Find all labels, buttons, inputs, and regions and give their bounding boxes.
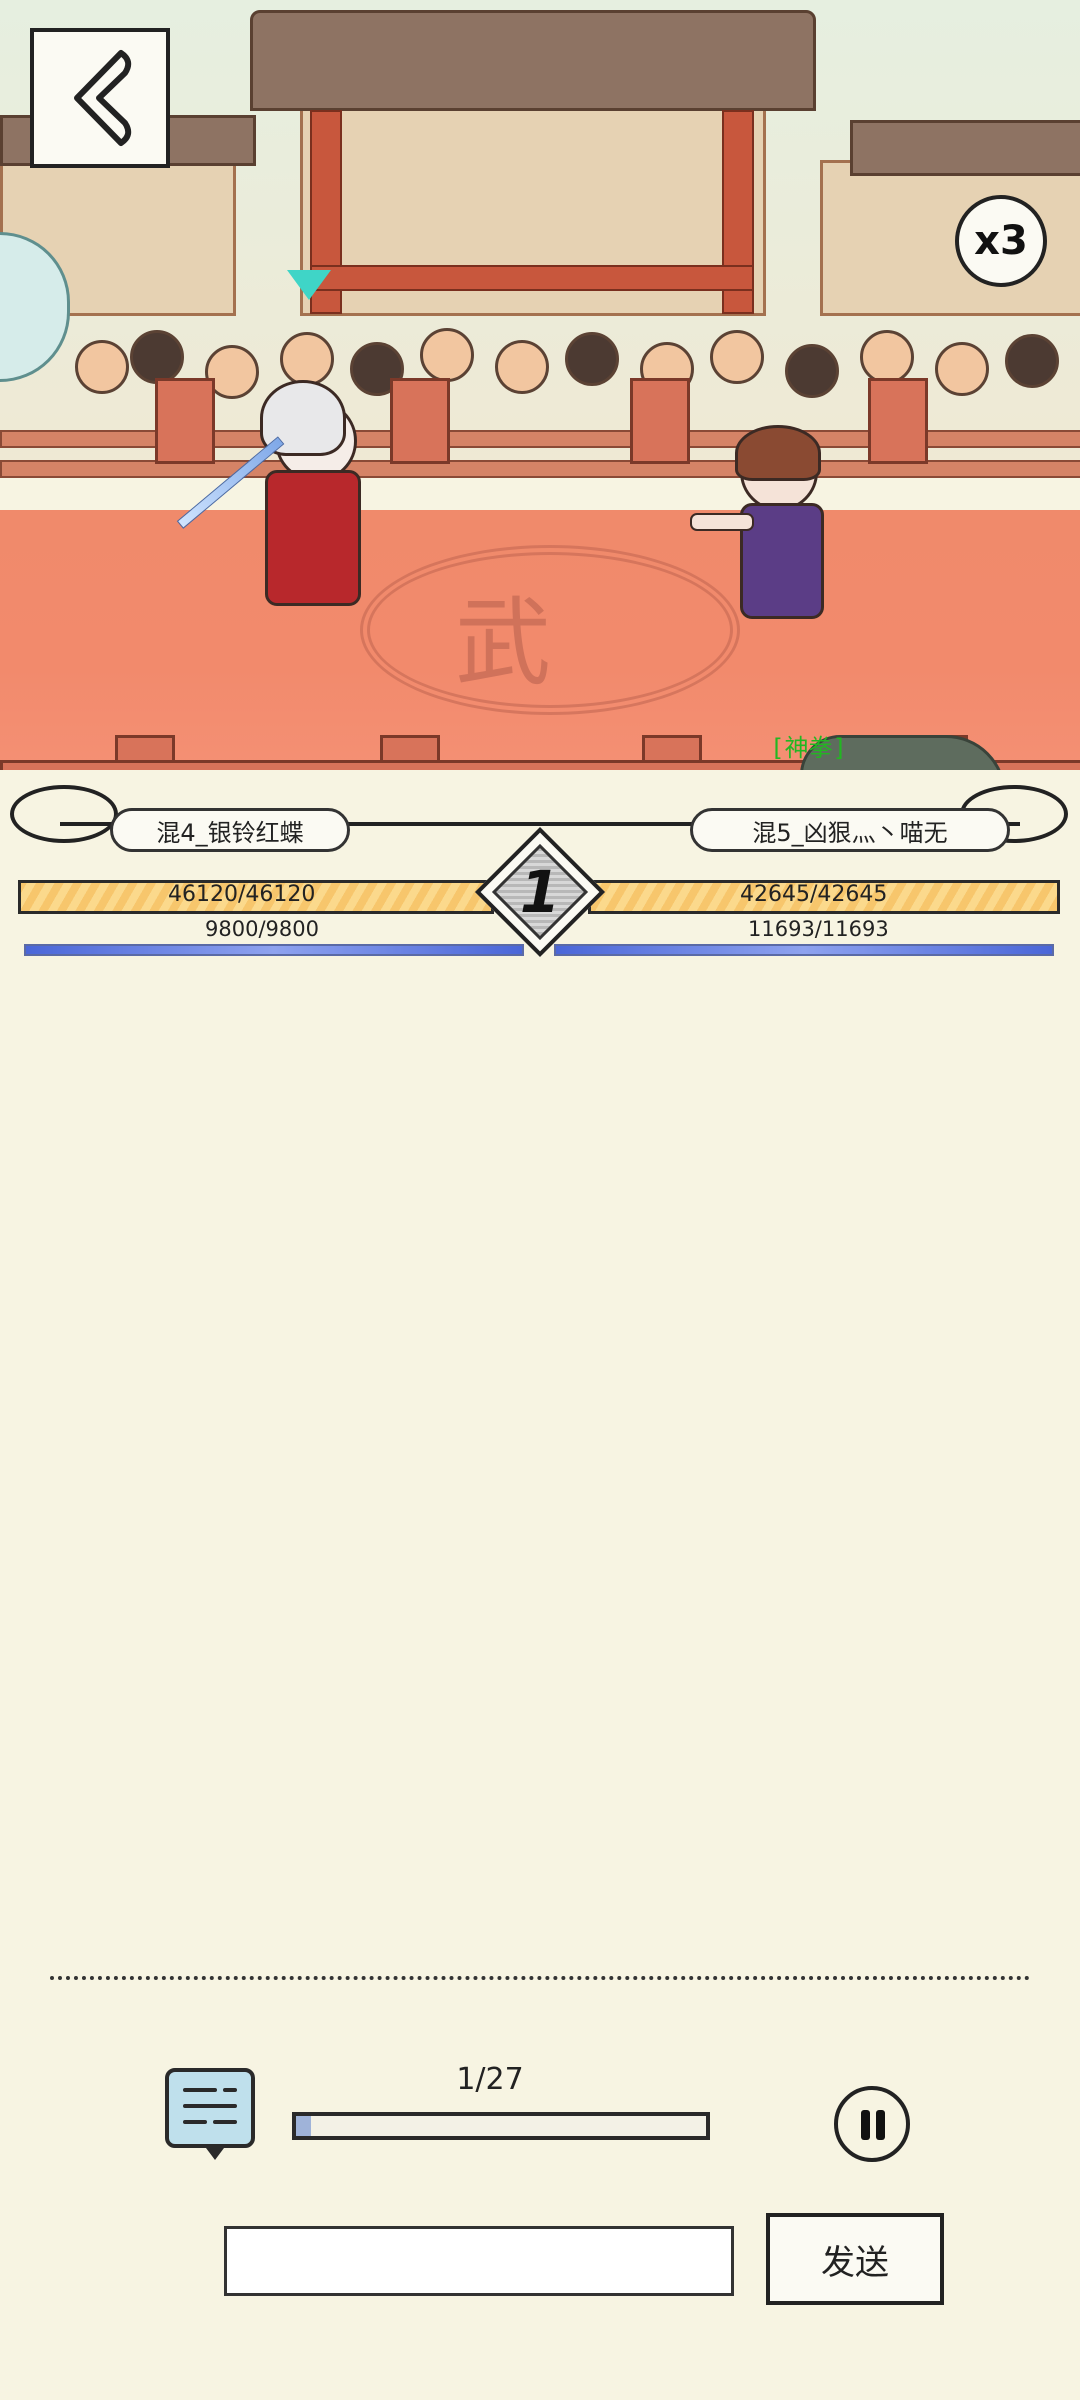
- player-left-mp-text: 9800/9800: [205, 917, 319, 941]
- spectator: [710, 330, 764, 384]
- spectator: [785, 344, 839, 398]
- dotted-divider: [50, 1976, 1030, 1980]
- player-right-mp-bar: [554, 944, 1054, 956]
- fighter-left-robe: [265, 470, 361, 606]
- player-right-mp-text: 11693/11693: [748, 917, 889, 941]
- fighter-right-arm: [690, 513, 754, 531]
- cloud-swirl-left: [10, 785, 118, 843]
- arena-emblem-text: 武: [455, 587, 551, 699]
- pause-bar: [861, 2110, 870, 2140]
- chat-line: [183, 2088, 217, 2092]
- spectator: [75, 340, 129, 394]
- round-number: 1: [519, 858, 561, 926]
- battle-progress-slider[interactable]: [292, 2112, 710, 2140]
- temple-roof: [250, 10, 816, 111]
- railing-post: [868, 378, 928, 464]
- back-button[interactable]: [30, 28, 170, 168]
- pause-button[interactable]: [834, 2086, 910, 2162]
- spectator: [130, 330, 184, 384]
- spectator: [860, 330, 914, 384]
- battle-arena: 武 [神拳] x3: [0, 0, 1080, 830]
- message-input[interactable]: [224, 2226, 734, 2296]
- speed-toggle-button[interactable]: x3: [955, 195, 1047, 287]
- player-left-mp-bar: [24, 944, 524, 956]
- back-arrow-icon: [74, 50, 132, 146]
- chat-line: [213, 2120, 237, 2124]
- fighter-left: [176, 370, 380, 630]
- player-left-hp-text: 46120/46120: [168, 882, 316, 907]
- railing-post: [630, 378, 690, 464]
- player-right-name: 混5_凶狠灬丶喵无: [690, 808, 1010, 852]
- spectator: [565, 332, 619, 386]
- spectator: [1005, 334, 1059, 388]
- player-right-hp-text: 42645/42645: [740, 882, 888, 907]
- turn-indicator-triangle-down-icon: [287, 270, 331, 300]
- pause-icon: [838, 2090, 906, 2158]
- send-button[interactable]: 发送: [766, 2213, 944, 2305]
- chat-bubble-icon: [169, 2072, 251, 2160]
- spectator: [495, 340, 549, 394]
- fighter-right-hair: [735, 425, 821, 481]
- player-left-name: 混4_银铃红蝶: [110, 808, 350, 852]
- round-badge: 1: [474, 826, 606, 958]
- temple-beam: [310, 265, 754, 291]
- battle-progress-label: 1/27: [456, 2062, 524, 2097]
- pause-bar: [876, 2110, 885, 2140]
- chat-bubble-tail: [203, 2144, 227, 2160]
- fighter-right: [690, 425, 870, 635]
- spectator: [420, 328, 474, 382]
- side-roof-right: [850, 120, 1080, 176]
- battle-progress-fill: [296, 2116, 312, 2136]
- chat-line: [183, 2120, 207, 2124]
- spectator: [935, 342, 989, 396]
- chat-button[interactable]: [165, 2068, 255, 2160]
- chat-line: [183, 2104, 237, 2108]
- special-skill-tag: [神拳]: [770, 734, 847, 762]
- railing-post: [390, 378, 450, 464]
- battle-log-area: [0, 975, 1080, 1965]
- chat-line: [223, 2088, 237, 2092]
